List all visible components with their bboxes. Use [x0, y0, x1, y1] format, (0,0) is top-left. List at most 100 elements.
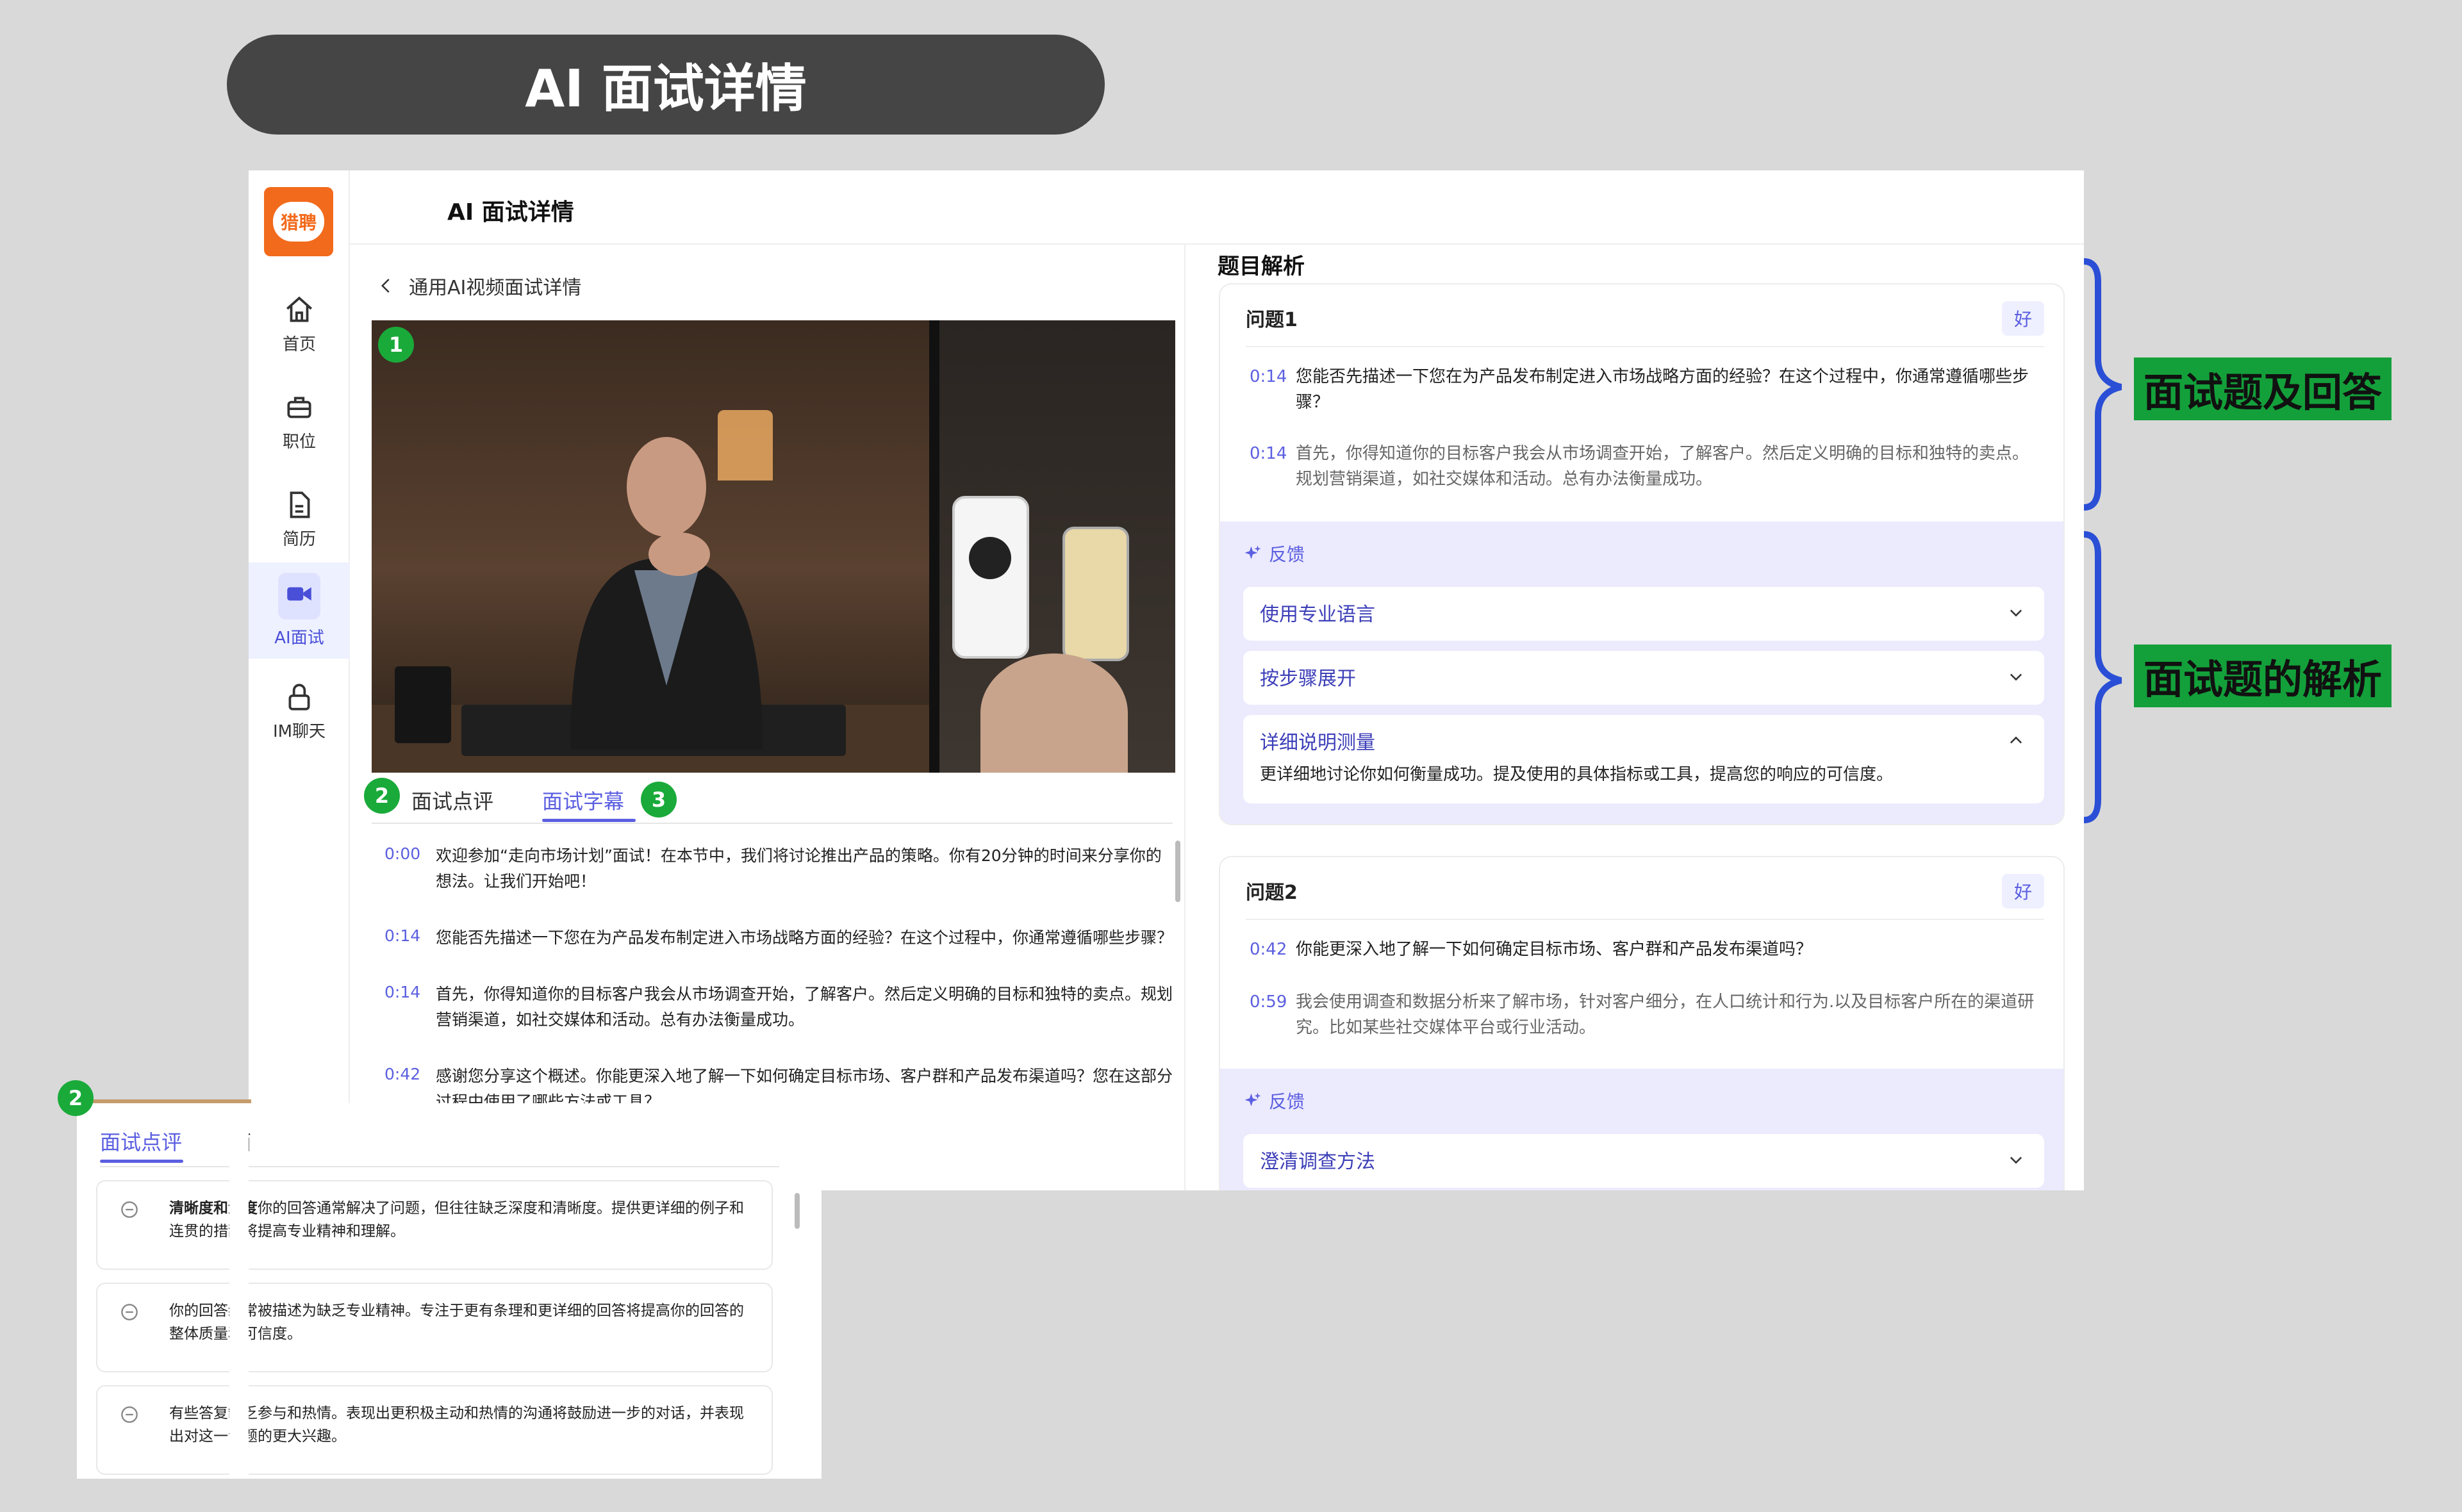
header-divider	[350, 243, 2084, 245]
active-tab-underline	[100, 1160, 183, 1163]
question-line[interactable]: 0:14 您能否先描述一下您在为产品发布制定进入市场战略方面的经验？在这个过程中…	[1250, 364, 2038, 415]
question-line[interactable]: 0:42 你能更深入地了解一下如何确定目标市场、客户群和产品发布渠道吗？	[1250, 937, 2038, 962]
review-item-body: 有些答复缺乏参与和热情。表现出更积极主动和热情的沟通将鼓励进一步的对话，并表现出…	[169, 1405, 744, 1445]
feedback-item-label: 详细说明测量	[1260, 732, 1375, 754]
step-badge-2: 2	[364, 778, 400, 814]
review-overlay-card: 面试点评 面 清晰度和深度你的回答通常解决了问题，但往往缺乏深度和清晰度。提供更…	[77, 1103, 822, 1479]
answer-line[interactable]: 0:59 我会使用调查和数据分析来了解市场，针对客户细分，在人口统计和行为.以及…	[1250, 989, 2038, 1040]
sidebar-item-jobs[interactable]: 职位	[249, 377, 350, 466]
minus-circle-icon	[121, 1406, 138, 1423]
tab-review[interactable]: 面试点评	[411, 785, 493, 815]
feedback-item-label: 使用专业语言	[1260, 604, 1375, 626]
person-figure	[570, 437, 763, 750]
phone-dot	[969, 537, 1011, 579]
feedback-item-clarify-method[interactable]: 澄清调查方法	[1243, 1134, 2044, 1188]
tab-review[interactable]: 面试点评	[100, 1126, 182, 1156]
chevron-down-icon	[2010, 673, 2022, 681]
bracket-qa	[2083, 258, 2122, 511]
question-card-2: 问题2 好 0:42 你能更深入地了解一下如何确定目标市场、客户群和产品发布渠道…	[1219, 856, 2065, 1190]
answer-text: 我会使用调查和数据分析来了解市场，针对客户细分，在人口统计和行为.以及目标客户所…	[1296, 992, 2035, 1037]
interview-video-player[interactable]: 1	[372, 320, 1175, 773]
document-icon	[290, 491, 310, 518]
chevron-down-icon	[2010, 1156, 2022, 1164]
transcript-line[interactable]: 0:14 首先，你得知道你的目标客户我会从市场调查开始，了解客户。然后定义明确的…	[384, 982, 1173, 1033]
overlay-scrollbar[interactable]	[795, 1193, 800, 1229]
question-text: 您能否先描述一下您在为产品发布制定进入市场战略方面的经验？在这个过程中，你通常遵…	[1296, 367, 2029, 412]
bracket-analysis	[2083, 531, 2122, 823]
question-text: 你能更深入地了解一下如何确定目标市场、客户群和产品发布渠道吗？	[1296, 940, 1813, 959]
tab-subtitles[interactable]: 面试字幕	[542, 785, 624, 815]
transcript-text: 您能否先描述一下您在为产品发布制定进入市场战略方面的经验？在这个过程中，你通常遵…	[436, 928, 1173, 947]
chevron-left-icon	[381, 279, 390, 293]
feedback-item-step-by-step[interactable]: 按步骤展开	[1243, 651, 2044, 705]
transcript-time: 0:14	[384, 983, 421, 1001]
step-badge-overlay: 2	[58, 1080, 94, 1116]
transcript-list: 0:00 欢迎参加“走向市场计划”面试！在本节中，我们将讨论推出产品的策略。你有…	[384, 843, 1173, 1146]
question-time: 0:14	[1250, 367, 1287, 386]
minus-circle-icon	[121, 1304, 138, 1320]
left-tabs: 2 面试点评 面试字幕 3	[364, 778, 1173, 824]
app-window: 猎聘 首页 职位 简历 AI面试 IM聊天 AI 面试详情 通用AI视频面试详情…	[249, 170, 2084, 1190]
feedback-label: 反馈	[1269, 1091, 1305, 1112]
transcript-time: 0:14	[384, 926, 421, 945]
answer-text: 首先，你得知道你的目标客户我会从市场调查开始，了解客户。然后定义明确的目标和独特…	[1296, 444, 2029, 489]
transcript-text: 欢迎参加“走向市场计划”面试！在本节中，我们将讨论推出产品的策略。你有20分钟的…	[436, 846, 1162, 891]
feedback-item-label: 按步骤展开	[1260, 668, 1356, 690]
column-divider	[1184, 243, 1186, 1190]
transcript-time: 0:00	[384, 844, 421, 863]
minus-circle-icon	[121, 1201, 138, 1218]
card-divider	[1246, 919, 2044, 920]
sidebar-item-im-chat[interactable]: IM聊天	[249, 666, 350, 756]
review-item-text: 清晰度和深度你的回答通常解决了问题，但往往缺乏深度和清晰度。提供更详细的例子和连…	[169, 1197, 752, 1243]
page-banner-title: AI 面试详情	[227, 35, 1105, 135]
review-item[interactable]: 有些答复缺乏参与和热情。表现出更积极主动和热情的沟通将鼓励进一步的对话，并表现出…	[96, 1385, 773, 1475]
sidebar-item-label: 简历	[282, 529, 316, 549]
video-camera-icon	[287, 587, 311, 601]
transcript-line[interactable]: 0:14 您能否先描述一下您在为产品发布制定进入市场战略方面的经验？在这个过程中…	[384, 925, 1173, 951]
question-title: 问题2	[1246, 882, 1298, 904]
annotation-analysis-label: 面试题的解析	[2134, 645, 2392, 707]
analysis-section-title: 题目解析	[1218, 254, 1305, 279]
feedback-item-label: 澄清调查方法	[1260, 1151, 1375, 1173]
video-split-divider	[929, 320, 939, 773]
feedback-label: 反馈	[1269, 544, 1305, 565]
overlay-edge	[229, 1103, 249, 1479]
feedback-panel: 反馈 使用专业语言 按步骤展开 详细说明测量 更详细地讨论你如何衡量成功。提及使…	[1220, 522, 2063, 824]
phone-shape-2	[1062, 527, 1129, 661]
feedback-header: 反馈	[1243, 1088, 1305, 1113]
sparkle-icon	[1244, 1092, 1261, 1106]
review-item-body: 你的回答经常被描述为缺乏专业精神。专注于更有条理和更详细的回答将提高你的回答的整…	[169, 1302, 744, 1342]
review-item[interactable]: 清晰度和深度你的回答通常解决了问题，但往往缺乏深度和清晰度。提供更详细的例子和连…	[96, 1180, 773, 1270]
chevron-up-icon	[2010, 736, 2022, 744]
chevron-down-icon	[2010, 609, 2022, 617]
briefcase-icon	[287, 397, 311, 418]
transcript-scrollbar[interactable]	[1175, 841, 1180, 902]
transcript-line[interactable]: 0:00 欢迎参加“走向市场计划”面试！在本节中，我们将讨论推出产品的策略。你有…	[384, 843, 1173, 894]
sidebar-item-ai-interview[interactable]: AI面试	[249, 563, 350, 659]
feedback-item-professional-language[interactable]: 使用专业语言	[1243, 587, 2044, 641]
sidebar-item-home[interactable]: 首页	[249, 279, 350, 369]
rating-tag: 好	[2002, 874, 2044, 908]
answer-line[interactable]: 0:14 首先，你得知道你的目标客户我会从市场调查开始，了解客户。然后定义明确的…	[1250, 441, 2038, 492]
home-icon	[286, 296, 312, 322]
app-logo[interactable]: 猎聘	[264, 187, 333, 256]
feedback-panel: 反馈 澄清调查方法	[1220, 1069, 2063, 1190]
lock-icon	[288, 683, 310, 711]
sparkle-icon	[1244, 545, 1261, 559]
logo-text: 猎聘	[273, 202, 324, 242]
review-item[interactable]: 你的回答经常被描述为缺乏专业精神。专注于更有条理和更详细的回答将提高你的回答的整…	[96, 1283, 773, 1372]
active-tab-underline	[542, 819, 636, 822]
question-card-1: 问题1 好 0:14 您能否先描述一下您在为产品发布制定进入市场战略方面的经验？…	[1219, 283, 2065, 825]
mug-shape	[395, 666, 451, 743]
answer-time: 0:59	[1250, 992, 1287, 1012]
back-link[interactable]: 通用AI视频面试详情	[377, 272, 581, 300]
sidebar-item-label: AI面试	[274, 629, 324, 648]
answer-time: 0:14	[1250, 444, 1287, 463]
sidebar: 猎聘 首页 职位 简历 AI面试 IM聊天	[249, 170, 350, 1190]
sidebar-item-resume[interactable]: 简历	[249, 474, 350, 564]
sidebar-item-label: IM聊天	[272, 721, 326, 741]
question-title: 问题1	[1246, 309, 1298, 331]
step-badge-3: 3	[641, 782, 677, 818]
feedback-header: 反馈	[1243, 541, 1305, 566]
feedback-item-measurement[interactable]: 详细说明测量 更详细地讨论你如何衡量成功。提及使用的具体指标或工具，提高您的响应…	[1243, 715, 2044, 803]
